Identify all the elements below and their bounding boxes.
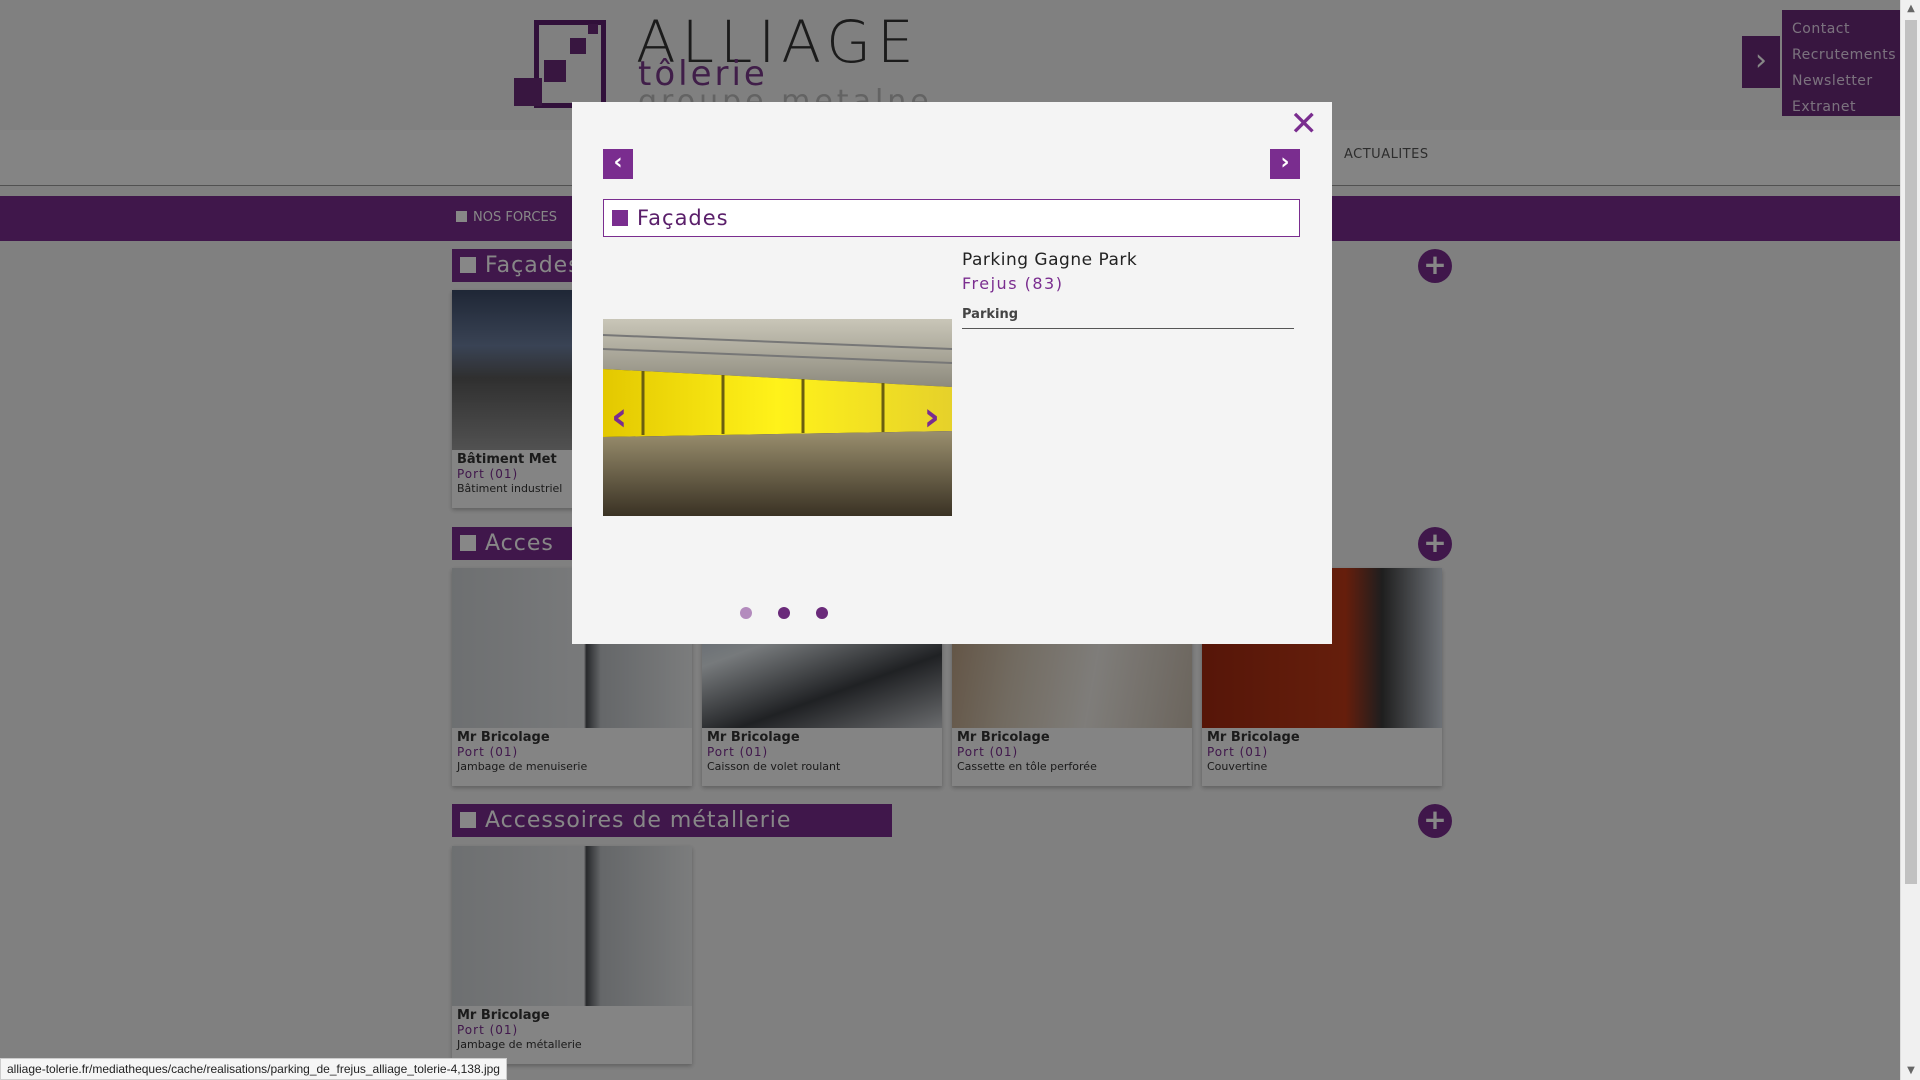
close-icon[interactable]: ✕: [1290, 106, 1319, 142]
previous-project-button[interactable]: ‹: [603, 149, 633, 179]
page-scrollbar[interactable]: ▲ ▼: [1900, 0, 1920, 1080]
project-photo: ‹ ›: [603, 319, 952, 516]
scroll-up-icon[interactable]: ▲: [1901, 0, 1920, 18]
photo-next-icon[interactable]: ›: [924, 397, 940, 437]
photo-prev-icon[interactable]: ‹: [611, 397, 627, 437]
slide-dots: [740, 604, 854, 623]
modal-category-heading: Façades: [603, 199, 1300, 237]
project-modal: ✕ ‹ › Façades ‹ › Parking Gagne Park Fre…: [572, 102, 1332, 644]
modal-category-label: Façades: [637, 206, 729, 230]
project-info: Parking Gagne Park Frejus (83) Parking: [962, 250, 1294, 329]
slide-dot[interactable]: [740, 607, 752, 619]
slide-dot[interactable]: [816, 607, 828, 619]
slide-dot[interactable]: [778, 607, 790, 619]
project-name: Parking Gagne Park: [962, 250, 1138, 270]
project-type: Parking: [962, 307, 1294, 329]
scrollbar-thumb[interactable]: [1905, 20, 1917, 884]
browser-status-url: alliage-tolerie.fr/mediatheques/cache/re…: [0, 1058, 507, 1080]
parking-photo-image: [603, 319, 952, 516]
chevron-right-icon: ›: [1280, 150, 1290, 175]
square-bullet-icon: [612, 210, 628, 226]
chevron-left-icon: ‹: [613, 150, 623, 175]
next-project-button[interactable]: ›: [1270, 149, 1300, 179]
project-location: Frejus (83): [962, 274, 1064, 293]
scroll-down-icon[interactable]: ▼: [1901, 1062, 1920, 1080]
